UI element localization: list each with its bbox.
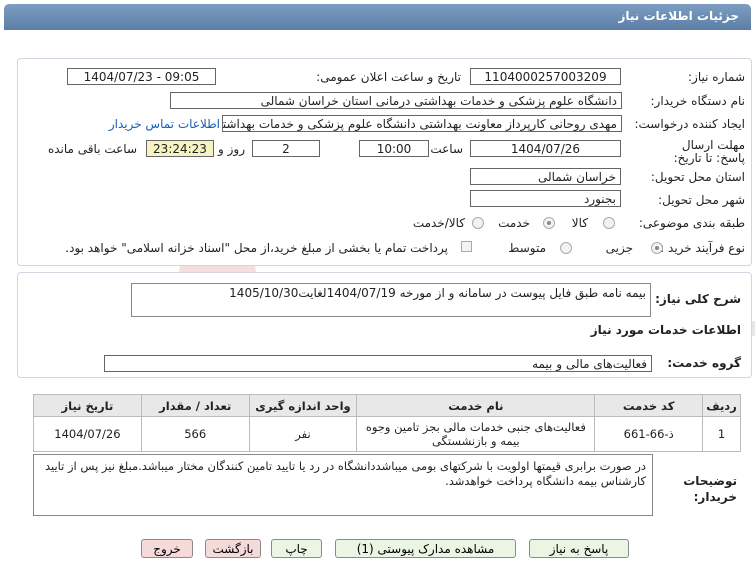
window-title-bar: جزئیات اطلاعات نیاز (4, 4, 751, 30)
creator-field: مهدی روحانی کارپرداز معاونت بهداشتی دانش… (222, 115, 622, 132)
deadline-time-field: 10:00 (359, 140, 429, 157)
description-field: بیمه نامه طبق فایل پیوست در سامانه و از … (131, 283, 651, 317)
col-quantity: تعداد / مقدار (140, 394, 250, 417)
col-service-name: نام خدمت (356, 394, 596, 417)
announce-date-field: 1404/07/23 - 09:05 (67, 68, 216, 85)
print-button[interactable]: چاپ (271, 539, 322, 558)
category-option-service: خدمت (498, 216, 530, 230)
service-group-field: فعالیت‌های مالی و بیمه (104, 355, 652, 372)
col-unit: واحد اندازه گیری (248, 394, 358, 417)
treasury-payment-checkbox[interactable] (461, 241, 472, 252)
buyer-notes-label: توضیحات خریدار: (683, 474, 737, 504)
need-details-panel (17, 58, 752, 266)
buyer-org-label: نام دستگاه خریدار: (650, 94, 746, 108)
table-row: 1 ذ-66-661 فعالیت‌های جنبی خدمات مالی بج… (33, 416, 741, 452)
col-service-code: کد خدمت (594, 394, 704, 417)
days-label: روز و (218, 142, 245, 156)
treasury-payment-note: پرداخت تمام یا بخشی از مبلغ خرید،از محل … (65, 241, 448, 255)
process-radio-minor[interactable] (651, 242, 663, 254)
creator-label: ایجاد کننده درخواست: (634, 117, 745, 131)
category-option-goods: کالا (571, 216, 588, 230)
process-radio-medium[interactable] (560, 242, 572, 254)
col-row-number: ردیف (702, 394, 741, 417)
category-radio-goods[interactable] (603, 217, 615, 229)
cell-need-date: 1404/07/26 (33, 416, 142, 452)
province-field: خراسان شمالی (470, 168, 621, 185)
category-label: طبقه بندی موضوعی: (638, 216, 745, 230)
need-number-label: شماره نیاز: (688, 70, 745, 84)
view-attachments-button[interactable]: مشاهده مدارک پیوستی (1) (335, 539, 516, 558)
category-option-goods-service: کالا/خدمت (412, 216, 465, 230)
category-radio-service[interactable] (543, 217, 555, 229)
window-title: جزئیات اطلاعات نیاز (618, 9, 739, 23)
remaining-time-field: 23:24:23 (146, 140, 214, 157)
deadline-label: مهلت ارسال پاسخ: تا تاریخ: (673, 138, 745, 165)
buyer-notes-field: در صورت برابری قیمتها اولویت با شرکتهای … (33, 454, 653, 516)
description-label: شرح کلی نیاز: (655, 292, 741, 306)
city-field: بجنورد (470, 190, 621, 207)
cell-service-code: ذ-66-661 (594, 416, 704, 452)
category-radio-goods-service[interactable] (472, 217, 484, 229)
cell-quantity: 566 (140, 416, 250, 452)
cell-service-name: فعالیت‌های جنبی خدمات مالی بجز تامین وجو… (356, 416, 596, 452)
table-header-row: ردیف کد خدمت نام خدمت واحد اندازه گیری ت… (33, 394, 741, 417)
col-need-date: تاریخ نیاز (33, 394, 142, 417)
service-group-label: گروه خدمت: (667, 356, 741, 370)
cell-unit: نفر (248, 416, 358, 452)
days-remaining-field: 2 (252, 140, 320, 157)
exit-button[interactable]: خروج (141, 539, 193, 558)
back-button[interactable]: بازگشت (205, 539, 261, 558)
process-option-minor: جزیی (605, 241, 633, 255)
process-option-medium: متوسط (508, 241, 546, 255)
announce-date-label: تاریخ و ساعت اعلان عمومی: (316, 70, 461, 84)
cell-row-number: 1 (702, 416, 741, 452)
services-section-title: اطلاعات خدمات مورد نیاز (590, 323, 741, 337)
remaining-time-label: ساعت باقی مانده (47, 142, 137, 156)
buyer-org-field: دانشگاه علوم پزشکی و خدمات بهداشتی درمان… (170, 92, 622, 109)
city-label: شهر محل تحویل: (658, 193, 745, 207)
process-type-label: نوع فرآیند خرید : (660, 241, 745, 255)
reply-to-need-button[interactable]: پاسخ به نیاز (529, 539, 629, 558)
need-number-field: 1104000257003209 (470, 68, 621, 85)
province-label: استان محل تحویل: (650, 170, 745, 184)
deadline-time-label: ساعت (430, 142, 463, 156)
buyer-contact-link[interactable]: اطلاعات تماس خریدار (109, 117, 220, 131)
services-table: ردیف کد خدمت نام خدمت واحد اندازه گیری ت… (33, 394, 741, 452)
deadline-date-field: 1404/07/26 (470, 140, 621, 157)
